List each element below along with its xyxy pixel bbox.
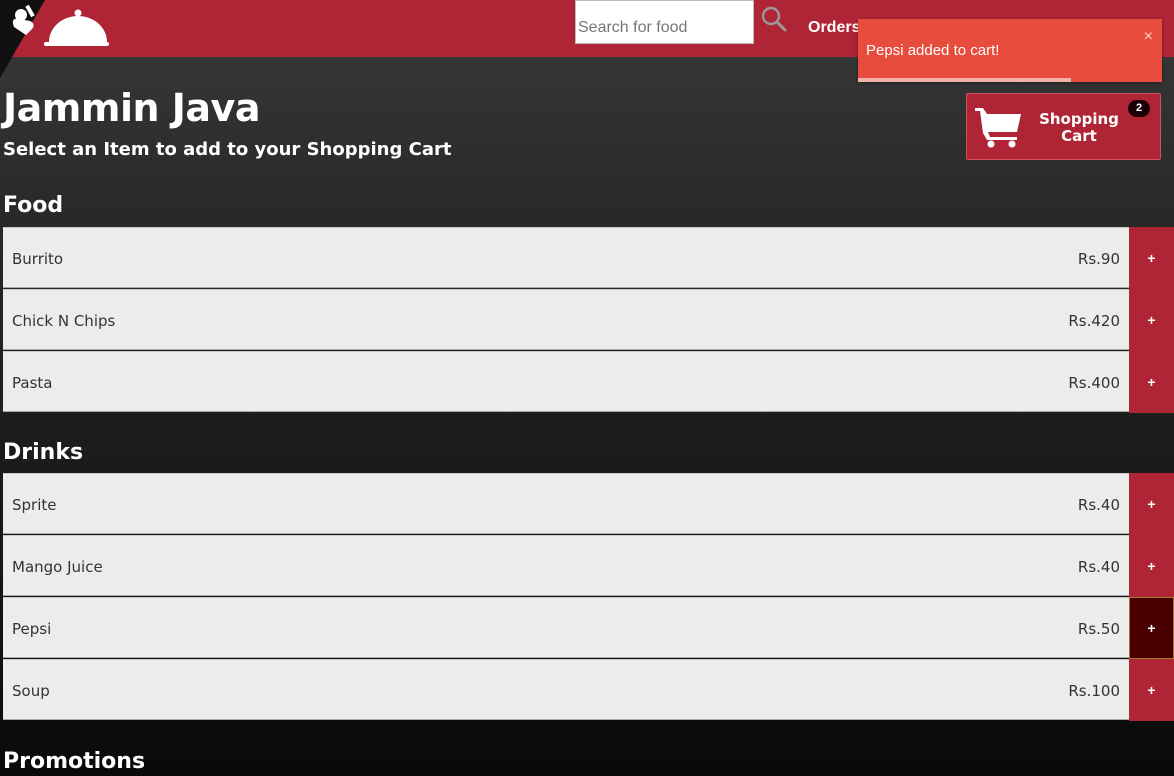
menu-item-row: Burrito Rs.90 + [3, 227, 1174, 289]
add-to-cart-button[interactable]: + [1129, 289, 1174, 351]
item-price: Rs.90 [1077, 250, 1120, 268]
section-title-drinks: Drinks [3, 440, 84, 465]
section-title-promotions: Promotions [3, 749, 146, 774]
toast-notification: Pepsi added to cart! × [858, 19, 1162, 82]
item-name: Burrito [12, 250, 64, 268]
add-to-cart-button[interactable]: + [1129, 597, 1174, 659]
menu-item-row: Chick N Chips Rs.420 + [3, 289, 1174, 351]
item-name: Sprite [12, 496, 57, 514]
menu-item-row: Mango Juice Rs.40 + [3, 535, 1174, 597]
item-price: Rs.420 [1068, 312, 1120, 330]
add-to-cart-button[interactable]: + [1129, 473, 1174, 535]
page-title: Jammin Java [3, 86, 260, 130]
item-name: Pasta [12, 374, 53, 392]
shopping-cart-button[interactable]: Shopping Cart 2 [966, 93, 1161, 160]
toast-progress-bar [858, 78, 1071, 82]
cart-label: Shopping Cart [1039, 110, 1119, 145]
add-to-cart-button[interactable]: + [1129, 659, 1174, 721]
cart-count-badge: 2 [1128, 100, 1150, 117]
add-to-cart-button[interactable]: + [1129, 351, 1174, 413]
item-name: Soup [12, 682, 50, 700]
item-price: Rs.40 [1077, 496, 1120, 514]
menu-item-row: Sprite Rs.40 + [3, 473, 1174, 535]
search-icon[interactable] [760, 5, 788, 33]
toast-message: Pepsi added to cart! [866, 42, 1000, 59]
item-price: Rs.50 [1077, 620, 1120, 638]
nav-orders-link[interactable]: Orders [808, 19, 860, 37]
page-subtitle: Select an Item to add to your Shopping C… [3, 139, 452, 160]
section-title-food: Food [3, 193, 64, 218]
item-name: Pepsi [12, 620, 52, 638]
add-to-cart-button[interactable]: + [1129, 535, 1174, 597]
item-name: Chick N Chips [12, 312, 116, 330]
menu-item-row: Soup Rs.100 + [3, 659, 1174, 721]
menu-item-row: Pepsi Rs.50 + [3, 597, 1174, 659]
close-icon[interactable]: × [1144, 28, 1153, 46]
item-name: Mango Juice [12, 558, 103, 576]
shopping-cart-icon [975, 108, 1021, 148]
menu-item-row: Pasta Rs.400 + [3, 351, 1174, 413]
item-price: Rs.400 [1068, 374, 1120, 392]
search-input[interactable] [575, 0, 754, 44]
item-price: Rs.40 [1077, 558, 1120, 576]
add-to-cart-button[interactable]: + [1129, 227, 1174, 289]
item-price: Rs.100 [1068, 682, 1120, 700]
logo-cloche-icon[interactable] [0, 0, 115, 78]
